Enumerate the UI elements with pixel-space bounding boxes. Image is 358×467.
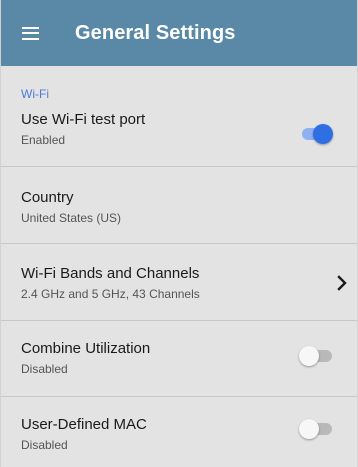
app-bar: General Settings: [1, 0, 357, 66]
section-header-wifi: Wi-Fi: [21, 87, 49, 101]
use-wifi-test-port-toggle[interactable]: [299, 124, 333, 144]
setting-country[interactable]: Country United States (US): [1, 167, 357, 244]
settings-screen: General Settings Wi-Fi Use Wi-Fi test po…: [0, 0, 358, 467]
setting-use-wifi-test-port[interactable]: Use Wi-Fi test port Enabled: [1, 100, 357, 167]
setting-value: Disabled: [21, 438, 68, 452]
setting-user-defined-mac[interactable]: User-Defined MAC Disabled: [1, 397, 357, 467]
setting-value: 2.4 GHz and 5 GHz, 43 Channels: [21, 287, 200, 301]
setting-title: Country: [21, 189, 74, 206]
setting-wifi-bands-and-channels[interactable]: Wi-Fi Bands and Channels 2.4 GHz and 5 G…: [1, 244, 357, 321]
user-defined-mac-toggle[interactable]: [299, 419, 333, 439]
setting-value: United States (US): [21, 211, 122, 225]
chevron-right-icon: [337, 275, 347, 291]
hamburger-menu-icon: [21, 26, 39, 40]
combine-utilization-toggle[interactable]: [299, 346, 333, 366]
setting-title: Wi-Fi Bands and Channels: [21, 265, 200, 282]
page-title: General Settings: [75, 21, 236, 44]
settings-list: Use Wi-Fi test port Enabled Country Unit…: [1, 100, 357, 467]
menu-button[interactable]: [1, 0, 59, 66]
setting-combine-utilization[interactable]: Combine Utilization Disabled: [1, 321, 357, 397]
